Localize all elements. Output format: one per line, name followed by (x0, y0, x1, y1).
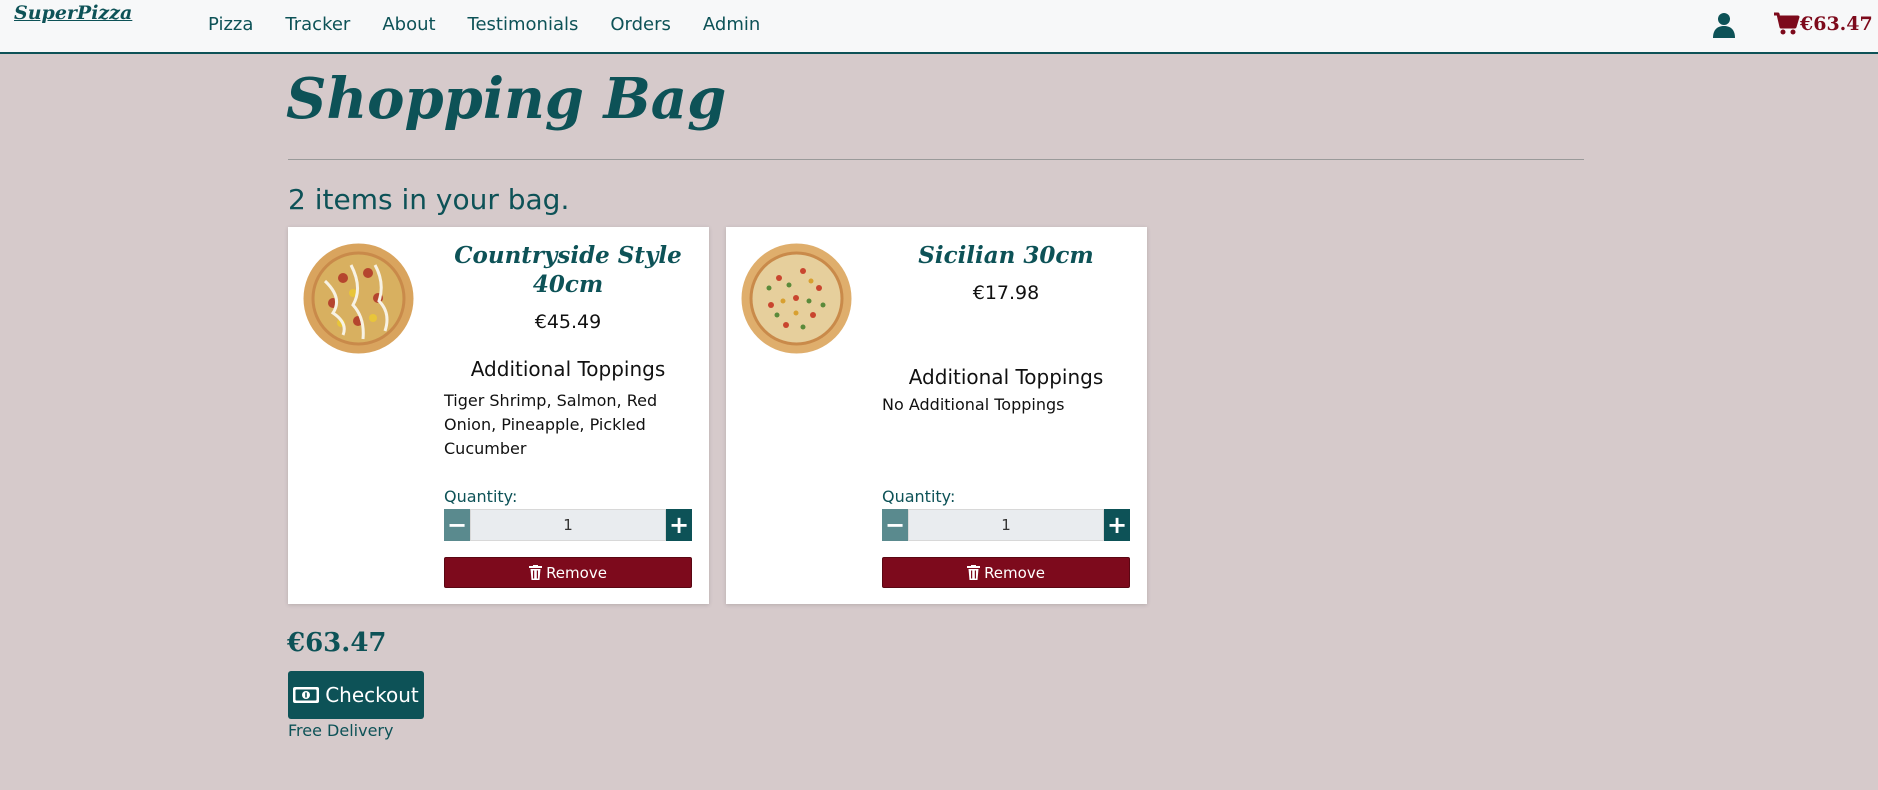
quantity-input[interactable] (470, 509, 666, 541)
quantity-stepper: − + (882, 509, 1130, 541)
item-details: Countryside Style 40cm €45.49 Additional… (444, 241, 692, 461)
remove-label: Remove (984, 563, 1045, 582)
trash-icon (967, 565, 981, 580)
increase-quantity-button[interactable]: + (666, 509, 692, 541)
increase-quantity-button[interactable]: + (1104, 509, 1130, 541)
quantity-label: Quantity: (882, 487, 956, 506)
toppings-title: Additional Toppings (908, 365, 1104, 389)
bag-item-card: Countryside Style 40cm €45.49 Additional… (288, 227, 709, 604)
remove-label: Remove (546, 563, 607, 582)
nav-link-pizza[interactable]: Pizza (208, 14, 253, 35)
cart-button[interactable]: €63.47 (1774, 12, 1873, 36)
cart-total: €63.47 (1800, 13, 1873, 35)
remove-button[interactable]: Remove (444, 557, 692, 588)
decrease-quantity-button[interactable]: − (444, 509, 470, 541)
page-title: Shopping Bag (286, 66, 727, 132)
toppings-list: No Additional Toppings (882, 395, 1065, 414)
brand-logo[interactable]: SuperPizza (14, 2, 132, 24)
navbar: SuperPizza Pizza Tracker About Testimoni… (0, 0, 1878, 54)
nav-link-admin[interactable]: Admin (703, 14, 760, 35)
toppings-list: Tiger Shrimp, Salmon, Red Onion, Pineapp… (444, 391, 658, 458)
item-price: €45.49 (534, 311, 602, 333)
bag-item-card: Sicilian 30cm €17.98 Additional Toppings… (726, 227, 1147, 604)
nav-link-orders[interactable]: Orders (610, 14, 671, 35)
remove-button[interactable]: Remove (882, 557, 1130, 588)
bag-total: €63.47 (287, 628, 387, 658)
trash-icon (529, 565, 543, 580)
item-name: Countryside Style 40cm (454, 242, 682, 298)
item-name: Sicilian 30cm (918, 242, 1094, 269)
pizza-image (741, 243, 852, 354)
bag-items: Countryside Style 40cm €45.49 Additional… (288, 227, 1164, 604)
user-icon[interactable] (1712, 12, 1736, 38)
quantity-label: Quantity: (444, 487, 518, 506)
nav-link-about[interactable]: About (382, 14, 435, 35)
item-price: €17.98 (972, 282, 1040, 304)
toppings-title: Additional Toppings (470, 357, 666, 381)
divider (288, 159, 1584, 160)
quantity-stepper: − + (444, 509, 692, 541)
nav-links: Pizza Tracker About Testimonials Orders … (208, 14, 792, 35)
item-details: Sicilian 30cm €17.98 Additional Toppings… (882, 241, 1130, 417)
nav-link-tracker[interactable]: Tracker (285, 14, 350, 35)
money-icon (293, 687, 320, 703)
items-count: 2 items in your bag. (288, 183, 570, 216)
checkout-label: Checkout (325, 683, 419, 707)
quantity-input[interactable] (908, 509, 1104, 541)
decrease-quantity-button[interactable]: − (882, 509, 908, 541)
cart-icon (1774, 12, 1800, 35)
checkout-button[interactable]: Checkout (288, 671, 424, 719)
nav-link-testimonials[interactable]: Testimonials (468, 14, 579, 35)
delivery-note: Free Delivery (288, 721, 394, 740)
pizza-image (303, 243, 414, 354)
